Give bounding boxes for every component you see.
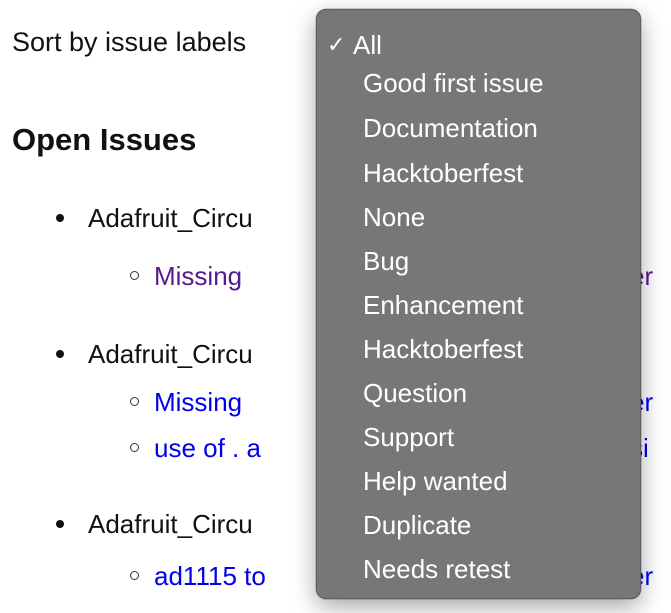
menu-option-label: Good first issue [363,68,544,98]
menu-option-hacktoberfest[interactable]: Hacktoberfest [317,332,640,366]
menu-option-needs-retest[interactable]: Needs retest [317,552,640,586]
open-issues-heading: Open Issues [12,122,197,157]
menu-option-duplicate[interactable]: Duplicate [317,508,640,542]
menu-option-label: Bug [363,246,410,276]
sort-label: Sort by issue labels [12,27,247,57]
menu-option-label: Documentation [363,113,538,143]
menu-option-label: Support [363,422,455,452]
repo-name: Adafruit_Circu [88,203,253,233]
menu-option-label: Hacktoberfest [363,158,524,188]
menu-option-none[interactable]: None [317,200,640,234]
menu-option-good-first-issue[interactable]: Good first issue [317,66,640,100]
label-filter-dropdown-menu[interactable]: ✓ All Good first issue Documentation Hac… [316,9,641,599]
menu-option-label: Question [363,378,468,408]
menu-option-label: Enhancement [363,290,524,320]
menu-option-bug[interactable]: Bug [317,244,640,278]
menu-option-label: Duplicate [363,510,472,540]
menu-option-label: Help wanted [363,466,508,496]
issue-link[interactable]: Missing [154,258,242,294]
menu-option-label: None [363,202,426,232]
menu-option-help-wanted[interactable]: Help wanted [317,464,640,498]
page: Sort by issue labels Open Issues Adafrui… [0,0,671,613]
bullet-circle-icon [130,571,139,580]
menu-option-support[interactable]: Support [317,420,640,454]
issue-link[interactable]: ad1115 to [154,558,266,594]
repo-name: Adafruit_Circu [88,509,253,539]
repo-name: Adafruit_Circu [88,339,253,369]
menu-option-documentation[interactable]: Documentation [317,111,640,145]
bullet-disc-icon [56,214,64,222]
menu-option-all[interactable]: ✓ All [317,28,640,62]
checkmark-icon: ✓ [327,32,346,57]
menu-option-label: All [353,30,382,60]
bullet-disc-icon [56,350,64,358]
menu-option-enhancement[interactable]: Enhancement [317,288,640,322]
menu-option-hacktoberfest[interactable]: Hacktoberfest [317,156,640,190]
bullet-disc-icon [56,520,64,528]
bullet-circle-icon [130,443,139,452]
menu-option-label: Hacktoberfest [363,334,524,364]
menu-option-question[interactable]: Question [317,376,640,410]
bullet-circle-icon [130,397,139,406]
bullet-circle-icon [130,271,139,280]
issue-link[interactable]: use of . a [154,430,261,466]
menu-option-label: Needs retest [363,554,511,584]
issue-link[interactable]: Missing [154,384,242,420]
